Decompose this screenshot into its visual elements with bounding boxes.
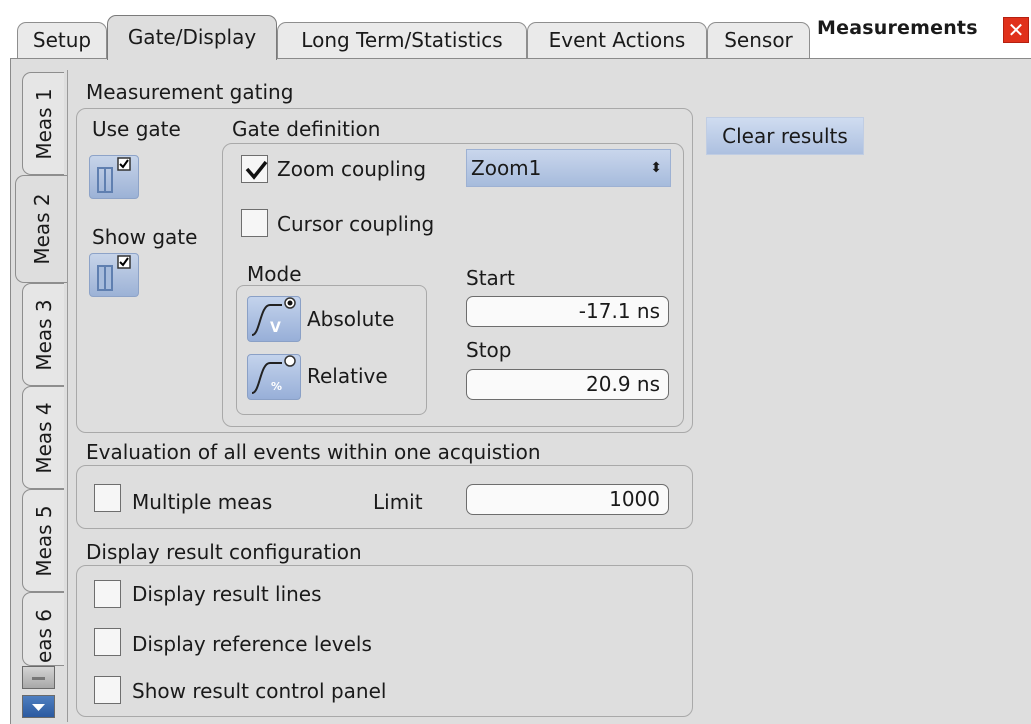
tab-event-actions[interactable]: Event Actions <box>527 22 707 58</box>
tab-sensor[interactable]: Sensor <box>707 22 810 58</box>
tab-meas-3[interactable]: Meas 3 <box>22 283 64 386</box>
tab-meas-4[interactable]: Meas 4 <box>22 386 64 489</box>
clear-results-button[interactable]: Clear results <box>706 117 864 155</box>
zoom-coupling-label: Zoom coupling <box>277 157 427 181</box>
mode-absolute-label: Absolute <box>307 307 395 331</box>
tab-meas-5[interactable]: Meas 5 <box>22 489 64 592</box>
measurement-gating-heading: Measurement gating <box>86 80 294 104</box>
arrow-down-icon <box>32 704 45 711</box>
limit-label: Limit <box>373 490 423 514</box>
tab-meas-6[interactable]: eas 6 <box>22 592 64 666</box>
use-gate-label: Use gate <box>92 117 181 141</box>
gate-icon <box>97 157 131 193</box>
tab-meas-6-label: eas 6 <box>31 609 56 664</box>
mode-heading: Mode <box>247 262 302 286</box>
tab-meas-1[interactable]: Meas 1 <box>22 72 64 175</box>
show-gate-toggle[interactable] <box>89 253 139 297</box>
svg-text:V: V <box>270 320 281 336</box>
checkmark-icon <box>245 160 268 180</box>
tab-meas-5-label: Meas 5 <box>31 504 56 577</box>
display-config-heading: Display result configuration <box>86 540 362 564</box>
evaluation-heading: Evaluation of all events within one acqu… <box>86 440 541 464</box>
start-input[interactable]: -17.1 ns <box>466 296 669 327</box>
tab-gate-display[interactable]: Gate/Display <box>107 15 277 60</box>
show-gate-label: Show gate <box>92 225 198 249</box>
select-arrows-icon: ⬍ <box>650 160 662 176</box>
close-icon[interactable]: ✕ <box>1003 17 1029 43</box>
display-result-lines-checkbox[interactable] <box>94 580 121 608</box>
start-label: Start <box>466 266 515 290</box>
svg-text:%: % <box>271 380 282 393</box>
show-result-control-panel-checkbox[interactable] <box>94 676 121 704</box>
tab-gate-display-label: Gate/Display <box>127 25 257 49</box>
multiple-meas-label: Multiple meas <box>132 490 273 514</box>
tab-sensor-label: Sensor <box>724 28 793 52</box>
tab-meas-2-label: Meas 2 <box>29 193 54 265</box>
cursor-coupling-label: Cursor coupling <box>277 212 435 236</box>
mode-absolute-button[interactable]: V <box>247 296 301 342</box>
zoom-select[interactable]: Zoom1 ⬍ <box>466 149 671 187</box>
zoom-select-value: Zoom1 <box>471 156 542 180</box>
gate-definition-heading: Gate definition <box>232 117 381 141</box>
tab-meas-3-label: Meas 3 <box>31 298 56 371</box>
mode-relative-label: Relative <box>307 364 388 388</box>
tab-meas-2[interactable]: Meas 2 <box>15 175 67 283</box>
show-result-control-panel-label: Show result control panel <box>132 679 387 703</box>
display-reference-levels-checkbox[interactable] <box>94 628 121 656</box>
use-gate-toggle[interactable] <box>89 155 139 199</box>
tab-setup[interactable]: Setup <box>17 22 107 58</box>
zoom-coupling-checkbox[interactable] <box>241 155 268 183</box>
cursor-coupling-checkbox[interactable] <box>241 209 268 237</box>
tab-setup-label: Setup <box>32 28 92 52</box>
dialog-title: Measurements <box>817 17 978 39</box>
stop-input[interactable]: 20.9 ns <box>466 369 669 400</box>
tab-meas-1-label: Meas 1 <box>31 87 56 160</box>
limit-input[interactable]: 1000 <box>466 484 669 515</box>
stop-label: Stop <box>466 338 512 362</box>
mode-relative-button[interactable]: % <box>247 354 301 400</box>
tab-long-term-statistics-label: Long Term/Statistics <box>301 28 503 52</box>
relative-mode-icon: % <box>251 355 296 394</box>
scroll-up-button[interactable] <box>22 666 55 689</box>
display-result-lines-label: Display result lines <box>132 582 322 606</box>
scroll-down-button[interactable] <box>22 695 55 718</box>
display-reference-levels-label: Display reference levels <box>132 632 372 656</box>
tab-event-actions-label: Event Actions <box>548 28 686 52</box>
show-gate-icon <box>97 255 131 291</box>
tab-long-term-statistics[interactable]: Long Term/Statistics <box>277 22 527 58</box>
tab-meas-4-label: Meas 4 <box>31 401 56 474</box>
absolute-mode-icon: V <box>251 297 296 336</box>
arrow-up-icon <box>32 677 45 680</box>
multiple-meas-checkbox[interactable] <box>94 484 121 512</box>
